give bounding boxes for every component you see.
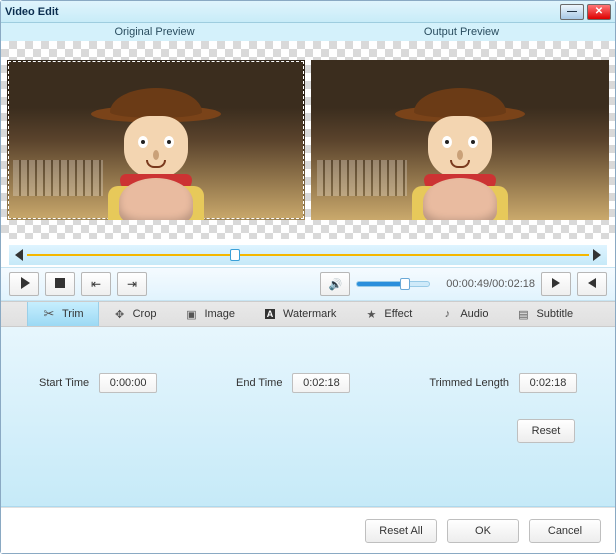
- set-end-button[interactable]: [117, 272, 147, 296]
- flip-horizontal-button[interactable]: [541, 272, 571, 296]
- dialog-footer: Reset All OK Cancel: [1, 507, 615, 553]
- playback-controls: 00:00:49/00:02:18: [1, 267, 615, 301]
- watermark-icon: [263, 307, 277, 321]
- volume-control: [320, 272, 430, 296]
- mute-button[interactable]: [320, 272, 350, 296]
- original-preview[interactable]: [7, 45, 305, 235]
- tab-image[interactable]: Image: [170, 302, 249, 326]
- trimmed-length-field: Trimmed Length: [429, 373, 577, 393]
- image-icon: [184, 307, 198, 321]
- timeline-track: [27, 254, 589, 256]
- music-note-icon: [440, 307, 454, 321]
- video-edit-window: Video Edit — ✕ Original Preview Output P…: [0, 0, 616, 554]
- reset-button[interactable]: Reset: [517, 419, 575, 443]
- original-preview-label: Original Preview: [1, 23, 308, 41]
- subtitle-icon: [516, 307, 530, 321]
- output-preview-frame: [311, 60, 609, 220]
- end-time-input[interactable]: [292, 373, 350, 393]
- ok-button[interactable]: OK: [447, 519, 519, 543]
- titlebar: Video Edit — ✕: [1, 1, 615, 23]
- flip-vertical-button[interactable]: [577, 272, 607, 296]
- start-time-field: Start Time: [39, 373, 157, 393]
- trim-fields: Start Time End Time Trimmed Length: [39, 373, 577, 393]
- start-time-label: Start Time: [39, 377, 89, 389]
- play-button[interactable]: [9, 272, 39, 296]
- edit-tabs: Trim Crop Image Watermark Effect Audio S…: [1, 301, 615, 327]
- tab-trim[interactable]: Trim: [27, 302, 99, 326]
- set-start-button[interactable]: [81, 272, 111, 296]
- close-button[interactable]: ✕: [587, 4, 611, 20]
- trimmed-length-input[interactable]: [519, 373, 577, 393]
- reset-all-button[interactable]: Reset All: [365, 519, 437, 543]
- preview-headers: Original Preview Output Preview: [1, 23, 615, 41]
- tab-watermark-label: Watermark: [283, 308, 336, 320]
- tab-crop-label: Crop: [133, 308, 157, 320]
- flip-v-icon: [588, 277, 596, 291]
- tab-trim-label: Trim: [62, 308, 84, 320]
- trim-panel: Start Time End Time Trimmed Length Reset: [1, 327, 615, 507]
- tab-subtitle[interactable]: Subtitle: [502, 302, 587, 326]
- trimmed-length-label: Trimmed Length: [429, 377, 509, 389]
- scissors-icon: [42, 307, 56, 321]
- trim-end-handle[interactable]: [593, 249, 601, 261]
- preview-area: [1, 41, 615, 239]
- output-preview-label: Output Preview: [308, 23, 615, 41]
- stop-button[interactable]: [45, 272, 75, 296]
- tab-image-label: Image: [204, 308, 235, 320]
- end-time-field: End Time: [236, 373, 350, 393]
- end-time-label: End Time: [236, 377, 282, 389]
- volume-icon: [328, 277, 342, 291]
- start-time-input[interactable]: [99, 373, 157, 393]
- crop-icon: [113, 307, 127, 321]
- seek-start-icon: [91, 277, 101, 291]
- tab-crop[interactable]: Crop: [99, 302, 171, 326]
- tab-watermark[interactable]: Watermark: [249, 302, 350, 326]
- original-preview-frame: [7, 60, 305, 220]
- volume-slider[interactable]: [356, 281, 430, 287]
- tab-audio[interactable]: Audio: [426, 302, 502, 326]
- playhead[interactable]: [230, 249, 240, 261]
- stop-icon: [55, 277, 65, 291]
- output-preview[interactable]: [311, 45, 609, 235]
- tab-effect[interactable]: Effect: [350, 302, 426, 326]
- volume-thumb[interactable]: [400, 278, 410, 290]
- trim-start-handle[interactable]: [15, 249, 23, 261]
- tab-effect-label: Effect: [384, 308, 412, 320]
- minimize-button[interactable]: —: [560, 4, 584, 20]
- cancel-button[interactable]: Cancel: [529, 519, 601, 543]
- star-icon: [364, 307, 378, 321]
- window-title: Video Edit: [5, 6, 59, 18]
- time-display: 00:00:49/00:02:18: [446, 278, 535, 290]
- tab-audio-label: Audio: [460, 308, 488, 320]
- flip-h-icon: [552, 277, 560, 291]
- play-icon: [19, 277, 30, 292]
- seek-end-icon: [127, 277, 137, 291]
- tab-subtitle-label: Subtitle: [536, 308, 573, 320]
- timeline[interactable]: [9, 245, 607, 265]
